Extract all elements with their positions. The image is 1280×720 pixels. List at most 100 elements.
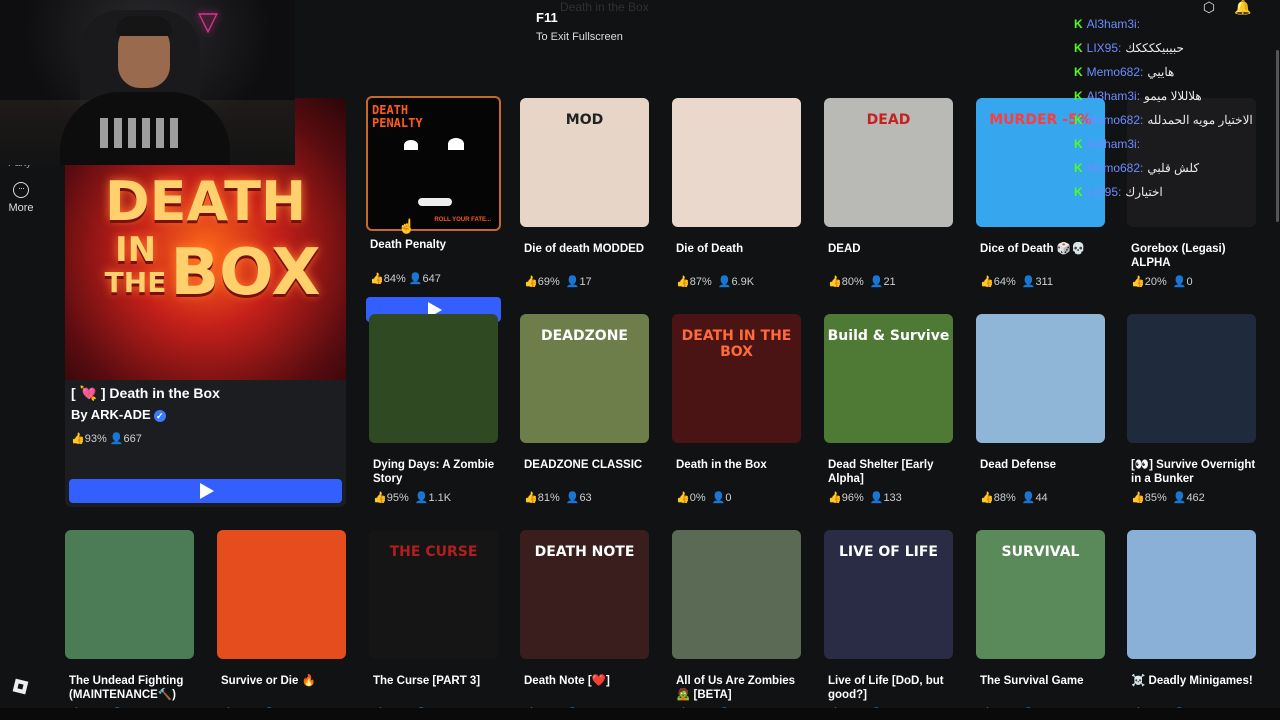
players-icon: 👤 [414,492,429,504]
game-card[interactable]: Build & Survive Dead Shelter [Early Alpha… [824,314,953,504]
chat-username[interactable]: Memo682: [1087,161,1144,175]
game-thumbnail[interactable]: SURVIVAL [976,530,1105,659]
mouse-cursor-icon: ☝ [398,218,416,234]
game-title[interactable]: The Survival Game [976,674,1105,702]
game-thumbnail[interactable]: MOD [520,98,649,227]
hovered-game-thumbnail[interactable]: DEATH PENALTY ROLL YOUR FATE... [366,96,501,231]
featured-players: 667 [123,433,142,445]
game-title[interactable]: The Undead Fighting (MAINTENANCE🔨) [65,674,194,702]
game-thumbnail[interactable] [65,530,194,659]
game-players: 462 [1186,492,1205,504]
game-thumbnail[interactable]: THE CURSE [369,530,498,659]
game-title[interactable]: ☠️ Deadly Minigames! [1127,674,1256,702]
chat-username[interactable]: Al3ham3i: [1087,137,1140,151]
thumbs-up-icon: 👍 [676,492,690,504]
game-title[interactable]: Dying Days: A Zombie Story [369,458,498,486]
game-thumbnail[interactable] [217,530,346,659]
game-thumbnail[interactable] [369,314,498,443]
players-icon: 👤 [711,492,726,504]
sidebar-more-button[interactable]: ··· More [4,182,38,214]
chat-username[interactable]: Memo682: [1087,113,1144,127]
eye-right-shape [448,138,464,150]
game-card[interactable]: THE CURSEThe Curse [PART 3]👍79%👤649 [369,530,498,720]
game-title[interactable]: Die of death MODDED [520,242,649,270]
game-card[interactable]: LIVE OF LIFE Live of Life [DoD, but good?… [824,530,953,720]
game-thumbnail[interactable] [672,530,801,659]
game-players: 21 [883,276,896,288]
thumbs-up-icon: 👍 [370,273,384,285]
game-title[interactable]: Dead Defense [976,458,1105,486]
players-icon: 👤 [1172,492,1187,504]
game-card[interactable]: Survive or Die 🔥👍84%👤379 [217,530,346,720]
page-scrollbar[interactable] [1276,50,1279,222]
chat-message: اختيارك [1125,185,1163,199]
game-thumbnail[interactable]: DEAD [824,98,953,227]
game-title[interactable]: The Curse [PART 3] [369,674,498,702]
game-card[interactable]: ☠️ Deadly Minigames!👍73%👤522 [1127,530,1256,720]
kick-badge-icon: K [1074,161,1083,175]
game-card[interactable]: DEAD DEAD 👍80% 👤21 [824,98,953,288]
chat-username[interactable]: LIX95: [1087,185,1122,199]
featured-rating: 93% [84,433,107,445]
game-thumbnail[interactable] [976,314,1105,443]
players-icon: 👤 [1172,276,1187,288]
game-players: 44 [1035,492,1048,504]
thumbnail-text: Build & Survive [827,328,950,344]
players-icon: 👤 [565,492,580,504]
game-card[interactable]: Die of Death 👍87% 👤6.9K [672,98,801,288]
hovered-game-card[interactable]: DEATH PENALTY ROLL YOUR FATE... Death Pe… [366,96,501,326]
game-title[interactable]: Dice of Death 🎲💀 [976,242,1105,270]
chat-username[interactable]: Al3ham3i: [1087,89,1140,103]
game-title[interactable]: Survive or Die 🔥 [217,674,346,702]
game-thumbnail[interactable]: DEATH NOTE [520,530,649,659]
game-card[interactable]: The Undead Fighting (MAINTENANCE🔨)👍55%👤0 [65,530,194,720]
chat-username[interactable]: Memo682: [1087,65,1144,79]
game-title[interactable]: Dead Shelter [Early Alpha] [824,458,953,486]
kick-badge-icon: K [1074,17,1083,31]
game-title[interactable]: Live of Life [DoD, but good?] [824,674,953,702]
game-thumbnail[interactable] [1127,314,1256,443]
featured-creator-name[interactable]: ARK-ADE [91,407,151,422]
game-card[interactable]: DEATH NOTEDeath Note [❤️]👍90%👤68 [520,530,649,720]
game-card[interactable]: All of Us Are Zombies 🧟 [BETA]👍63%👤22 [672,530,801,720]
stream-chat: K Al3ham3i: K LIX95: حبيبيككككك K Memo682: هايي… [1074,12,1274,204]
featured-stats: 👍93% 👤667 [71,432,142,445]
game-thumbnail[interactable] [672,98,801,227]
game-title[interactable]: Death Note [❤️] [520,674,649,702]
game-thumbnail[interactable]: Build & Survive [824,314,953,443]
hovered-game-title[interactable]: Death Penalty [370,239,446,251]
chat-username[interactable]: LIX95: [1087,41,1122,55]
game-title[interactable]: DEADZONE CLASSIC [520,458,649,486]
game-card[interactable]: DEATH IN THE BOX Death in the Box 👍0% 👤0 [672,314,801,504]
game-thumbnail[interactable]: LIVE OF LIFE [824,530,953,659]
game-card[interactable]: DEADZONE DEADZONE CLASSIC 👍81% 👤63 [520,314,649,504]
game-title[interactable]: Gorebox (Legasi) ALPHA [1127,242,1256,270]
chat-line: K Al3ham3i: هلاللالا ميمو [1074,84,1274,108]
game-title[interactable]: DEAD [824,242,953,270]
roblox-logo-icon[interactable] [12,678,29,695]
game-card[interactable]: Dead Defense 👍88% 👤44 [976,314,1105,504]
game-stats: 👍80% 👤21 [824,275,953,288]
game-thumbnail[interactable]: DEADZONE [520,314,649,443]
featured-game-title[interactable]: [ 💘 ] Death in the Box [71,385,220,402]
game-card[interactable]: SURVIVALThe Survival Game👍82%👤1.5K [976,530,1105,720]
game-stats: 👍85% 👤462 [1127,491,1256,504]
game-title[interactable]: Death in the Box [672,458,801,486]
game-card[interactable]: Dying Days: A Zombie Story 👍95% 👤1.1K [369,314,498,504]
game-thumbnail[interactable]: DEATH IN THE BOX [672,314,801,443]
featured-play-button[interactable] [69,479,342,503]
game-title[interactable]: All of Us Are Zombies 🧟 [BETA] [672,674,801,702]
chat-line: K LIX95: حبيبيككككك [1074,36,1274,60]
game-rating: 20% [1144,276,1167,288]
play-icon [199,483,214,499]
featured-creator[interactable]: By ARK-ADE ✓ [71,407,166,422]
fullscreen-toast: F11 To Exit Fullscreen [536,10,623,43]
game-title[interactable]: Die of Death [672,242,801,270]
game-thumbnail[interactable] [1127,530,1256,659]
game-card[interactable]: [👀] Survive Overnight in a Bunker 👍85% 👤46… [1127,314,1256,504]
game-card[interactable]: MOD Die of death MODDED 👍69% 👤17 [520,98,649,288]
game-rating: 69% [537,276,560,288]
game-title[interactable]: [👀] Survive Overnight in a Bunker [1127,458,1256,486]
chat-username[interactable]: Al3ham3i: [1087,17,1140,31]
game-rating: 85% [1144,492,1167,504]
